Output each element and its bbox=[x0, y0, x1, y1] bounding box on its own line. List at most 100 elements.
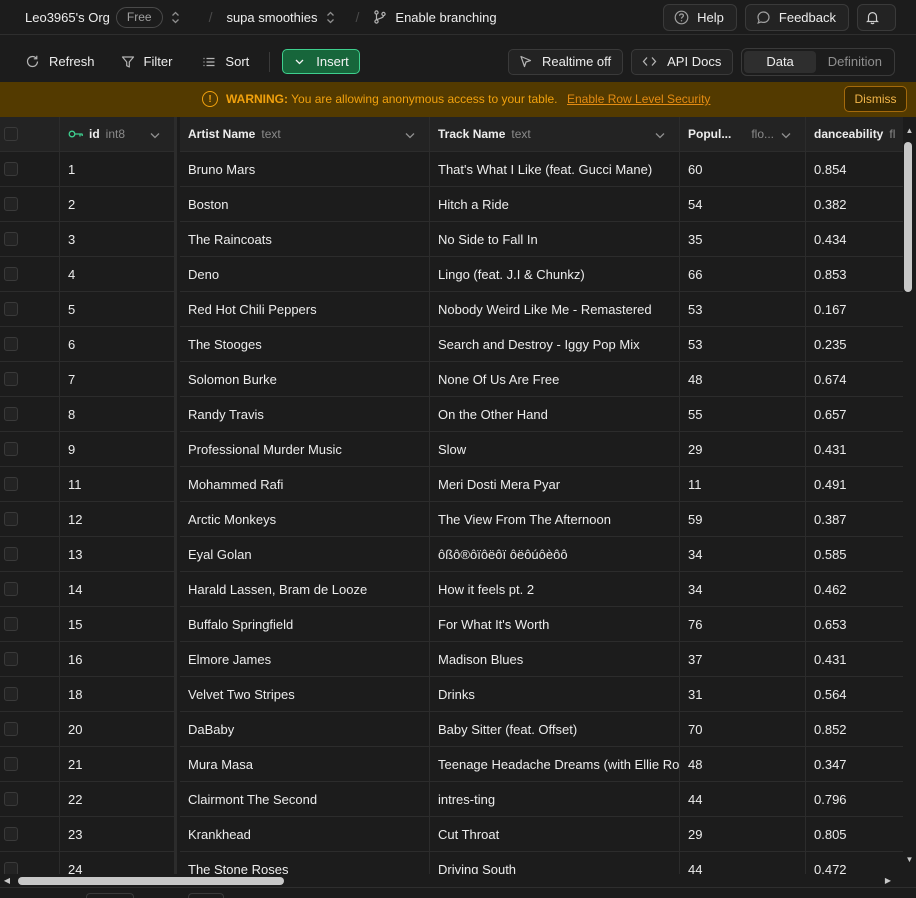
chevron-down-icon[interactable] bbox=[781, 128, 791, 142]
cell-popularity[interactable]: 76 bbox=[680, 607, 806, 642]
project-switcher-icon[interactable] bbox=[326, 10, 336, 24]
cell-id[interactable]: 16 bbox=[60, 642, 177, 677]
scroll-right-arrow-icon[interactable]: ▶ bbox=[883, 874, 893, 887]
cell-track-name[interactable]: ôßô®ôïôëôï ôëôúôèôô bbox=[430, 537, 680, 572]
row-checkbox[interactable] bbox=[4, 757, 18, 771]
row-checkbox[interactable] bbox=[4, 267, 18, 281]
cell-artist-name[interactable]: Mura Masa bbox=[180, 747, 430, 782]
cell-popularity[interactable]: 48 bbox=[680, 747, 806, 782]
table-row[interactable]: 24 The Stone Roses Driving South 44 0.472 bbox=[0, 852, 903, 874]
cell-track-name[interactable]: For What It's Worth bbox=[430, 607, 680, 642]
row-checkbox[interactable] bbox=[4, 617, 18, 631]
horizontal-scroll-thumb[interactable] bbox=[18, 877, 284, 885]
cell-track-name[interactable]: That's What I Like (feat. Gucci Mane) bbox=[430, 152, 680, 187]
cell-track-name[interactable]: Cut Throat bbox=[430, 817, 680, 852]
table-row[interactable]: 21 Mura Masa Teenage Headache Dreams (with… bbox=[0, 747, 903, 782]
cell-id[interactable]: 4 bbox=[60, 257, 177, 292]
cell-track-name[interactable]: How it feels pt. 2 bbox=[430, 572, 680, 607]
cell-track-name[interactable]: None Of Us Are Free bbox=[430, 362, 680, 397]
cell-danceability[interactable]: 0.564 bbox=[806, 677, 903, 712]
column-header-danceability[interactable]: danceability fl bbox=[806, 117, 903, 152]
cell-popularity[interactable]: 11 bbox=[680, 467, 806, 502]
cell-track-name[interactable]: Teenage Headache Dreams (with Ellie Rows… bbox=[430, 747, 680, 782]
row-checkbox[interactable] bbox=[4, 512, 18, 526]
table-row[interactable]: 13 Eyal Golan ôßô®ôïôëôï ôëôúôèôô 34 0.585 bbox=[0, 537, 903, 572]
cell-track-name[interactable]: Driving South bbox=[430, 852, 680, 874]
cell-danceability[interactable]: 0.382 bbox=[806, 187, 903, 222]
cell-id[interactable]: 22 bbox=[60, 782, 177, 817]
table-row[interactable]: 1 Bruno Mars That's What I Like (feat. Guc… bbox=[0, 152, 903, 187]
cell-id[interactable]: 12 bbox=[60, 502, 177, 537]
tab-definition[interactable]: Definition bbox=[816, 51, 892, 73]
chevron-down-icon[interactable] bbox=[150, 128, 160, 142]
dismiss-button[interactable]: Dismiss bbox=[844, 86, 907, 112]
insert-button[interactable]: Insert bbox=[282, 49, 360, 74]
cell-danceability[interactable]: 0.431 bbox=[806, 432, 903, 467]
table-row[interactable]: 14 Harald Lassen, Bram de Looze How it fee… bbox=[0, 572, 903, 607]
row-checkbox[interactable] bbox=[4, 302, 18, 316]
cell-artist-name[interactable]: Randy Travis bbox=[180, 397, 430, 432]
row-checkbox[interactable] bbox=[4, 652, 18, 666]
scroll-up-arrow-icon[interactable]: ▲ bbox=[903, 126, 916, 136]
cell-id[interactable]: 7 bbox=[60, 362, 177, 397]
cell-popularity[interactable]: 37 bbox=[680, 642, 806, 677]
row-checkbox[interactable] bbox=[4, 162, 18, 176]
cell-id[interactable]: 20 bbox=[60, 712, 177, 747]
column-header-popularity[interactable]: Popul... flo... bbox=[680, 117, 806, 152]
cell-id[interactable]: 11 bbox=[60, 467, 177, 502]
cell-id[interactable]: 1 bbox=[60, 152, 177, 187]
cell-danceability[interactable]: 0.167 bbox=[806, 292, 903, 327]
cell-popularity[interactable]: 55 bbox=[680, 397, 806, 432]
cell-artist-name[interactable]: DaBaby bbox=[180, 712, 430, 747]
scroll-down-arrow-icon[interactable]: ▼ bbox=[903, 855, 916, 865]
row-checkbox[interactable] bbox=[4, 547, 18, 561]
table-row[interactable]: 8 Randy Travis On the Other Hand 55 0.657 bbox=[0, 397, 903, 432]
chevron-down-icon[interactable] bbox=[655, 128, 665, 142]
enable-branching-button[interactable]: Enable branching bbox=[373, 10, 497, 25]
cell-artist-name[interactable]: Solomon Burke bbox=[180, 362, 430, 397]
cell-artist-name[interactable]: Boston bbox=[180, 187, 430, 222]
cell-artist-name[interactable]: The Raincoats bbox=[180, 222, 430, 257]
cell-danceability[interactable]: 0.462 bbox=[806, 572, 903, 607]
cell-danceability[interactable]: 0.674 bbox=[806, 362, 903, 397]
api-docs-button[interactable]: API Docs bbox=[631, 48, 734, 75]
cell-track-name[interactable]: No Side to Fall In bbox=[430, 222, 680, 257]
cell-popularity[interactable]: 44 bbox=[680, 852, 806, 874]
org-name[interactable]: Leo3965's Org bbox=[25, 10, 110, 25]
cell-popularity[interactable]: 35 bbox=[680, 222, 806, 257]
cell-danceability[interactable]: 0.852 bbox=[806, 712, 903, 747]
cell-danceability[interactable]: 0.585 bbox=[806, 537, 903, 572]
cell-artist-name[interactable]: Elmore James bbox=[180, 642, 430, 677]
cell-artist-name[interactable]: The Stone Roses bbox=[180, 852, 430, 874]
cell-track-name[interactable]: Madison Blues bbox=[430, 642, 680, 677]
cell-danceability[interactable]: 0.805 bbox=[806, 817, 903, 852]
cell-id[interactable]: 24 bbox=[60, 852, 177, 874]
row-checkbox[interactable] bbox=[4, 687, 18, 701]
row-checkbox[interactable] bbox=[4, 232, 18, 246]
column-header-artist-name[interactable]: Artist Name text bbox=[180, 117, 430, 152]
cell-danceability[interactable]: 0.431 bbox=[806, 642, 903, 677]
cell-track-name[interactable]: The View From The Afternoon bbox=[430, 502, 680, 537]
org-switcher-icon[interactable] bbox=[171, 10, 181, 24]
row-checkbox[interactable] bbox=[4, 337, 18, 351]
select-all-checkbox[interactable] bbox=[4, 127, 18, 141]
feedback-button[interactable]: Feedback bbox=[744, 4, 849, 31]
cell-artist-name[interactable]: Buffalo Springfield bbox=[180, 607, 430, 642]
cell-track-name[interactable]: Nobody Weird Like Me - Remastered bbox=[430, 292, 680, 327]
table-row[interactable]: 23 Krankhead Cut Throat 29 0.805 bbox=[0, 817, 903, 852]
table-row[interactable]: 20 DaBaby Baby Sitter (feat. Offset) 70 0.85… bbox=[0, 712, 903, 747]
table-row[interactable]: 11 Mohammed Rafi Meri Dosti Mera Pyar 11 0.4… bbox=[0, 467, 903, 502]
row-checkbox[interactable] bbox=[4, 792, 18, 806]
cell-danceability[interactable]: 0.235 bbox=[806, 327, 903, 362]
enable-rls-link[interactable]: Enable Row Level Security bbox=[567, 92, 710, 106]
row-checkbox[interactable] bbox=[4, 722, 18, 736]
column-header-track-name[interactable]: Track Name text bbox=[430, 117, 680, 152]
cell-artist-name[interactable]: Krankhead bbox=[180, 817, 430, 852]
cell-danceability[interactable]: 0.491 bbox=[806, 467, 903, 502]
cell-id[interactable]: 13 bbox=[60, 537, 177, 572]
table-row[interactable]: 4 Deno Lingo (feat. J.I & Chunkz) 66 0.853 bbox=[0, 257, 903, 292]
row-checkbox[interactable] bbox=[4, 372, 18, 386]
cell-id[interactable]: 2 bbox=[60, 187, 177, 222]
refresh-button[interactable]: Refresh bbox=[17, 49, 103, 75]
tab-data[interactable]: Data bbox=[744, 50, 816, 73]
